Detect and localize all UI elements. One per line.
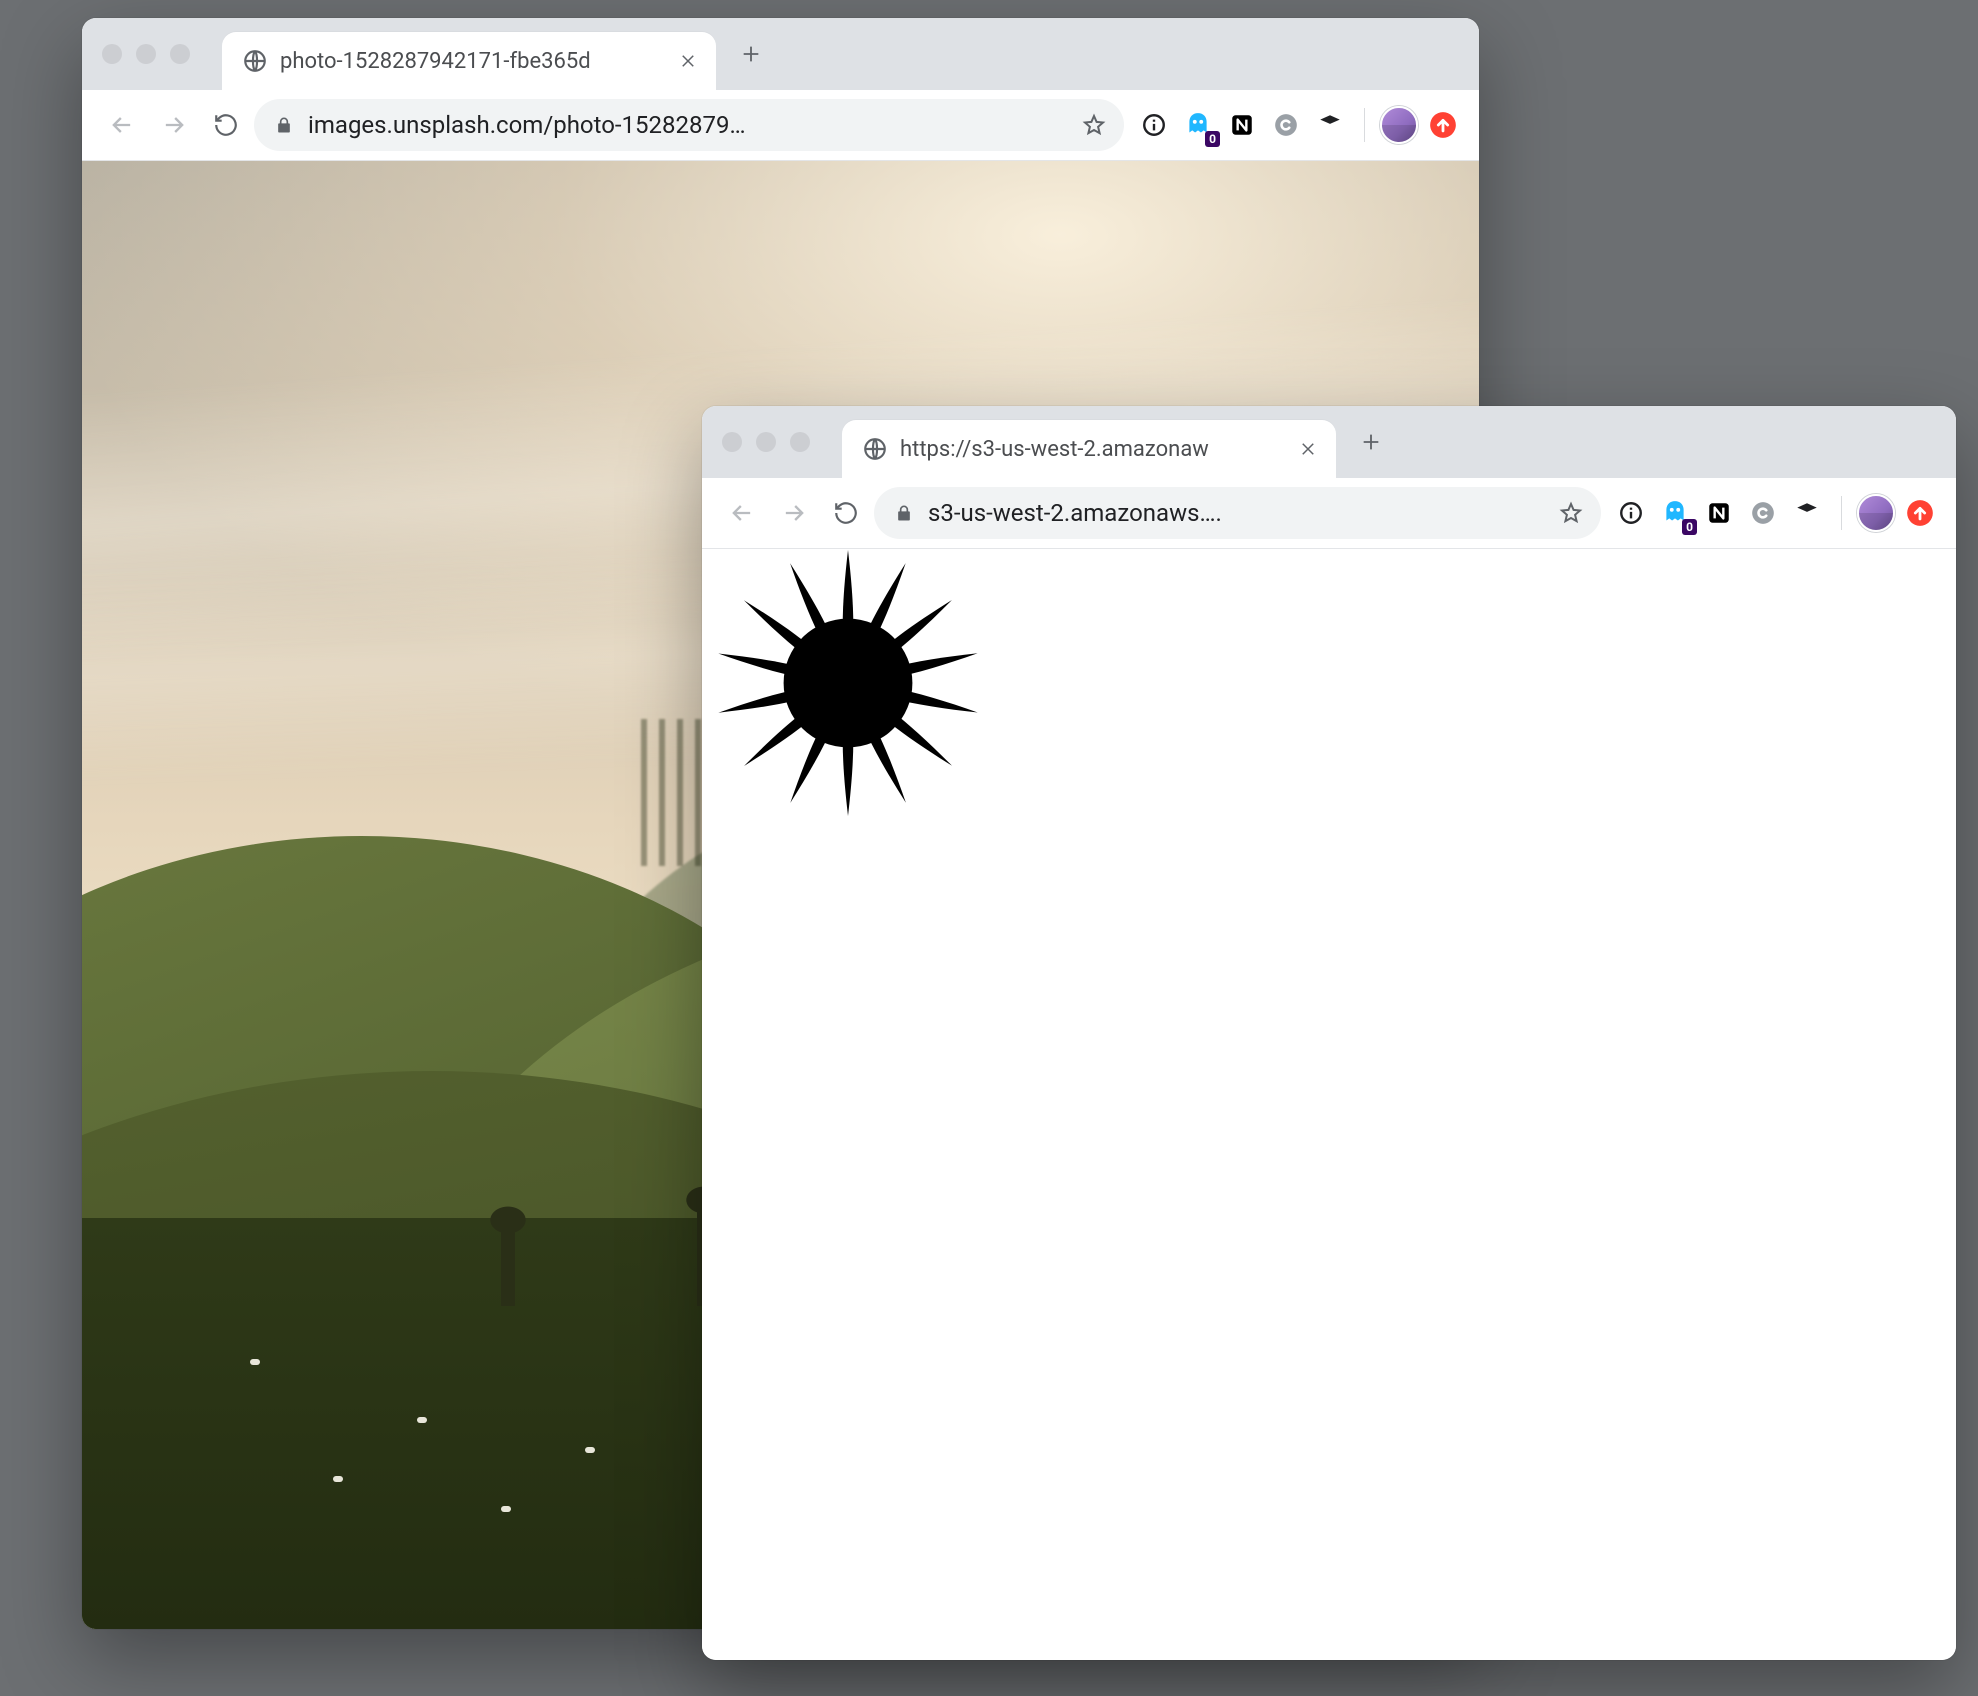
extensions-row: 0 xyxy=(1134,105,1463,145)
info-icon[interactable] xyxy=(1611,493,1651,533)
toolbar-divider xyxy=(1364,108,1365,142)
url-text: s3-us-west-2.amazonaws…. xyxy=(928,499,1537,527)
browser-tab[interactable]: photo-1528287942171-fbe365d xyxy=(222,32,716,90)
tab-strip: photo-1528287942171-fbe365d xyxy=(82,18,1479,90)
profile-avatar[interactable] xyxy=(1856,493,1896,533)
window-close-button[interactable] xyxy=(722,432,742,452)
reload-button[interactable] xyxy=(202,101,250,149)
notion-extension-icon[interactable] xyxy=(1699,493,1739,533)
upload-extension-icon[interactable] xyxy=(1900,493,1940,533)
forward-button[interactable] xyxy=(150,101,198,149)
bookmark-star-icon[interactable] xyxy=(1074,105,1114,145)
globe-icon xyxy=(242,48,268,74)
info-icon[interactable] xyxy=(1134,105,1174,145)
window-minimize-button[interactable] xyxy=(756,432,776,452)
close-tab-button[interactable] xyxy=(674,47,702,75)
buffer-extension-icon[interactable] xyxy=(1310,105,1350,145)
upload-extension-icon[interactable] xyxy=(1423,105,1463,145)
browser-window-front: https://s3-us-west-2.amazonaw s3-us-west… xyxy=(702,406,1956,1660)
bookmark-star-icon[interactable] xyxy=(1551,493,1591,533)
back-button[interactable] xyxy=(98,101,146,149)
lock-icon xyxy=(274,115,294,135)
ghost-extension-icon[interactable]: 0 xyxy=(1178,105,1218,145)
new-tab-button[interactable] xyxy=(1348,419,1394,465)
profile-avatar[interactable] xyxy=(1379,105,1419,145)
reload-button[interactable] xyxy=(822,489,870,537)
window-controls xyxy=(102,18,190,90)
ghost-badge: 0 xyxy=(1205,131,1220,147)
address-bar[interactable]: s3-us-west-2.amazonaws…. xyxy=(874,487,1601,539)
page-viewport xyxy=(702,549,1956,1660)
url-text: images.unsplash.com/photo-15282879… xyxy=(308,111,1060,139)
tab-title: https://s3-us-west-2.amazonaw xyxy=(900,437,1282,462)
star-burst-icon xyxy=(708,549,988,823)
toolbar-divider xyxy=(1841,496,1842,530)
window-maximize-button[interactable] xyxy=(170,44,190,64)
tab-title: photo-1528287942171-fbe365d xyxy=(280,49,662,74)
window-minimize-button[interactable] xyxy=(136,44,156,64)
tab-strip: https://s3-us-west-2.amazonaw xyxy=(702,406,1956,478)
ghost-badge: 0 xyxy=(1682,519,1697,535)
notion-extension-icon[interactable] xyxy=(1222,105,1262,145)
browser-tab[interactable]: https://s3-us-west-2.amazonaw xyxy=(842,420,1336,478)
toolbar: images.unsplash.com/photo-15282879… 0 xyxy=(82,90,1479,161)
circle-c-extension-icon[interactable] xyxy=(1743,493,1783,533)
toolbar: s3-us-west-2.amazonaws…. 0 xyxy=(702,478,1956,549)
window-close-button[interactable] xyxy=(102,44,122,64)
extensions-row: 0 xyxy=(1611,493,1940,533)
new-tab-button[interactable] xyxy=(728,31,774,77)
globe-icon xyxy=(862,436,888,462)
buffer-extension-icon[interactable] xyxy=(1787,493,1827,533)
close-tab-button[interactable] xyxy=(1294,435,1322,463)
forward-button[interactable] xyxy=(770,489,818,537)
window-maximize-button[interactable] xyxy=(790,432,810,452)
back-button[interactable] xyxy=(718,489,766,537)
circle-c-extension-icon[interactable] xyxy=(1266,105,1306,145)
lock-icon xyxy=(894,503,914,523)
ghost-extension-icon[interactable]: 0 xyxy=(1655,493,1695,533)
window-controls xyxy=(722,406,810,478)
address-bar[interactable]: images.unsplash.com/photo-15282879… xyxy=(254,99,1124,151)
